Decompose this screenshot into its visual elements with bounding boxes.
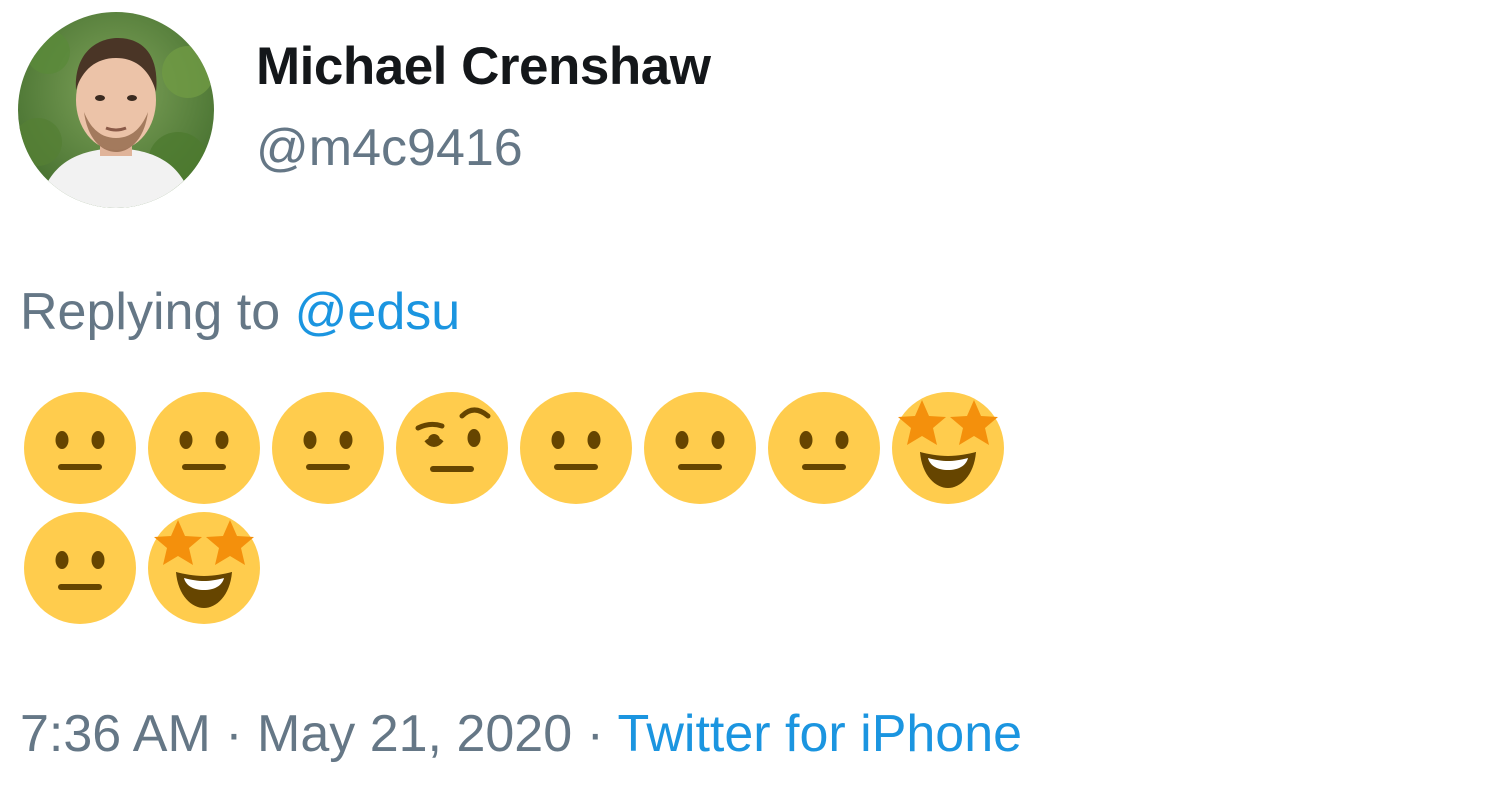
neutral-face-emoji: [768, 392, 880, 504]
tweet-text-line-1: [24, 392, 1016, 504]
star-struck-emoji: [148, 512, 260, 624]
neutral-face-emoji: [272, 392, 384, 504]
tweet-source-link[interactable]: Twitter for iPhone: [617, 705, 1022, 763]
tweet-meta: 7:36 AM · May 21, 2020 · Twitter for iPh…: [20, 704, 1022, 764]
meta-separator: ·: [225, 705, 243, 763]
replying-to-label: Replying to: [20, 283, 281, 341]
neutral-face-emoji: [24, 512, 136, 624]
replying-to: Replying to @edsu: [20, 282, 460, 342]
tweet-text-line-2: [24, 512, 272, 624]
author-display-name[interactable]: Michael Crenshaw: [256, 36, 711, 97]
face-with-raised-eyebrow-emoji: [396, 392, 508, 504]
meta-separator: ·: [586, 705, 604, 763]
avatar-photo: [18, 12, 214, 208]
author-avatar[interactable]: [18, 12, 214, 208]
neutral-face-emoji: [520, 392, 632, 504]
neutral-face-emoji: [148, 392, 260, 504]
tweet-date[interactable]: May 21, 2020: [257, 705, 572, 763]
author-handle[interactable]: @m4c9416: [256, 118, 523, 178]
reply-mention-link[interactable]: @edsu: [295, 283, 461, 341]
tweet-time[interactable]: 7:36 AM: [20, 705, 211, 763]
neutral-face-emoji: [644, 392, 756, 504]
star-struck-emoji: [892, 392, 1004, 504]
neutral-face-emoji: [24, 392, 136, 504]
